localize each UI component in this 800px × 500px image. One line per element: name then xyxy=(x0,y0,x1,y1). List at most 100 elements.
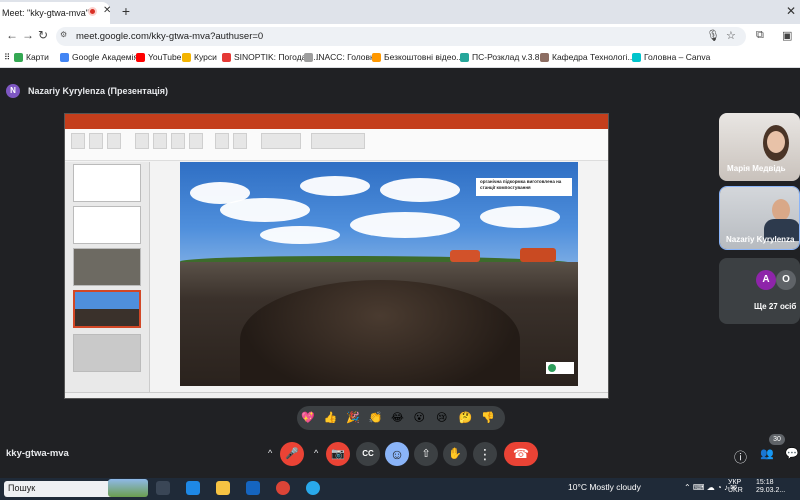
window-close-button[interactable]: ✕ xyxy=(786,4,796,18)
url-input[interactable]: meet.google.com/kky-gtwa-mva?authuser=0 xyxy=(56,27,746,46)
tab-close-icon[interactable]: ✕ xyxy=(103,5,111,16)
camera-options-chevron-icon[interactable]: ^ xyxy=(314,448,318,458)
search-placeholder: Пошук xyxy=(8,483,36,493)
ribbon-button xyxy=(311,133,365,149)
bookmark-favicon-icon xyxy=(136,52,145,62)
system-clock[interactable]: 15:18 29.03.2... xyxy=(756,479,785,495)
site-info-icon[interactable]: ⚙ xyxy=(60,30,68,42)
ribbon-button xyxy=(153,133,167,149)
microphone-toggle-button[interactable]: 🎤 xyxy=(280,442,304,466)
ribbon-button xyxy=(215,133,229,149)
reaction-emoji-button[interactable]: 👎 xyxy=(481,411,495,425)
lang-top: УКР xyxy=(728,479,742,486)
slide-thumbnail xyxy=(73,334,141,372)
slide-canvas: органічна підкормка виготовлена на станц… xyxy=(180,162,578,386)
copilot-icon[interactable] xyxy=(186,481,200,495)
microphone-icon[interactable]: 🎙 xyxy=(706,29,720,42)
bookmark-item[interactable]: Карти xyxy=(14,52,49,62)
reaction-emoji-button[interactable]: 💖 xyxy=(301,411,315,425)
ribbon-button xyxy=(171,133,185,149)
clock-time: 15:18 xyxy=(756,479,774,486)
ppt-status-bar xyxy=(65,392,608,398)
slide-thumbnail xyxy=(73,248,141,286)
input-language[interactable]: УКР UKR xyxy=(728,479,743,495)
chrome-icon[interactable] xyxy=(276,481,290,495)
reaction-emoji-button[interactable]: 👍 xyxy=(324,411,338,425)
bookmark-favicon-icon xyxy=(372,52,381,62)
captions-button[interactable]: CC xyxy=(356,442,380,466)
bookmark-favicon-icon xyxy=(304,52,313,62)
cloud xyxy=(300,176,370,196)
other-participants-tile[interactable]: A O Ще 27 осіб xyxy=(719,258,800,324)
bookmark-item[interactable]: INACC: Головна xyxy=(304,52,379,62)
back-button[interactable]: ← xyxy=(6,28,18,42)
reaction-emoji-button[interactable]: 🎉 xyxy=(346,411,360,425)
people-icon[interactable]: 👥 xyxy=(760,447,774,460)
bookmark-favicon-icon xyxy=(222,52,231,62)
bookmark-label: Кафедра Технологі... xyxy=(552,52,635,62)
profile-icon[interactable]: ▣ xyxy=(782,29,792,42)
more-options-button[interactable]: ⋮ xyxy=(473,442,497,466)
chat-icon[interactable]: 💬 xyxy=(785,447,799,460)
weather-widget[interactable]: 10°C Mostly cloudy xyxy=(568,482,641,492)
participant-tile-self[interactable]: Nazariy Kyrylenza xyxy=(719,186,800,250)
others-count-label: Ще 27 осіб xyxy=(754,302,797,311)
bookmark-item[interactable]: Google Академія xyxy=(60,52,138,62)
participant-tile[interactable]: Марія Медвідь xyxy=(719,113,800,181)
bookmark-item[interactable]: Курси xyxy=(182,52,217,62)
ppt-title-bar xyxy=(65,114,608,122)
compost-turner-machine xyxy=(520,248,556,262)
new-tab-button[interactable]: + xyxy=(118,4,134,20)
present-screen-button[interactable]: ⇧ xyxy=(414,442,438,466)
file-explorer-icon[interactable] xyxy=(216,481,230,495)
meeting-info-icon[interactable]: ⓘ xyxy=(734,447,747,466)
forward-button[interactable]: → xyxy=(22,28,34,42)
extensions-icon[interactable]: ⧉ xyxy=(756,29,764,42)
bookmark-label: Карти xyxy=(26,52,49,62)
reactions-button[interactable]: ☺ xyxy=(385,442,409,466)
bookmark-item[interactable]: ПС-Розклад v.3.8.2 xyxy=(460,52,547,62)
participant-face xyxy=(772,199,790,221)
task-view-icon[interactable] xyxy=(156,481,170,495)
bookmark-star-icon[interactable]: ☆ xyxy=(726,29,736,42)
tab-title: Meet: "kky-gtwa-mva" xyxy=(2,8,89,18)
reaction-emoji-button[interactable]: 😮 xyxy=(414,411,425,425)
ribbon-button xyxy=(189,133,203,149)
participant-name: Марія Медвідь xyxy=(727,164,786,173)
bookmark-item[interactable]: Головна – Canva xyxy=(632,52,710,62)
cloud xyxy=(220,198,310,222)
presenter-avatar: N xyxy=(6,84,20,98)
bookmark-item[interactable]: Безкоштовні відео... xyxy=(372,52,463,62)
camera-toggle-button[interactable]: 📷 xyxy=(326,442,350,466)
url-text: meet.google.com/kky-gtwa-mva?authuser=0 xyxy=(76,31,264,42)
reload-button[interactable]: ↻ xyxy=(38,28,48,42)
reaction-emoji-button[interactable]: 😂 xyxy=(391,411,404,425)
reaction-emoji-button[interactable]: 🤔 xyxy=(459,411,473,425)
bookmark-item[interactable]: YouTube xyxy=(136,52,181,62)
reaction-emoji-button[interactable]: 😢 xyxy=(436,411,447,425)
slide-thumbnail xyxy=(73,206,141,244)
bookmark-favicon-icon xyxy=(182,52,191,62)
reaction-emoji-button[interactable]: 👏 xyxy=(369,411,383,425)
bookmark-label: ПС-Розклад v.3.8.2 xyxy=(472,52,547,62)
slide-thumbnail xyxy=(73,164,141,202)
ppt-ribbon-tabs xyxy=(65,122,608,129)
mic-options-chevron-icon[interactable]: ^ xyxy=(268,448,272,458)
telegram-icon[interactable] xyxy=(306,481,320,495)
participant-avatar: A xyxy=(756,270,776,290)
bookmark-item[interactable]: Кафедра Технологі... xyxy=(540,52,635,62)
bookmark-favicon-icon xyxy=(60,52,69,62)
ribbon-button xyxy=(89,133,103,149)
presenter-label: Nazariy Kyrylenza (Презентація) xyxy=(28,86,169,96)
cloud xyxy=(350,212,460,238)
ribbon-button xyxy=(71,133,85,149)
mail-icon[interactable] xyxy=(246,481,260,495)
slide-logo xyxy=(546,362,574,374)
participant-avatar: O xyxy=(776,270,796,290)
bookmarks-apps-icon[interactable]: ⠿ xyxy=(4,52,10,63)
slide-caption: органічна підкормка виготовлена на станц… xyxy=(480,179,562,190)
bookmark-favicon-icon xyxy=(14,52,23,62)
leave-call-button[interactable]: ☎ xyxy=(504,442,538,466)
bookmark-label: Безкоштовні відео... xyxy=(384,52,464,62)
raise-hand-button[interactable]: ✋ xyxy=(443,442,467,466)
